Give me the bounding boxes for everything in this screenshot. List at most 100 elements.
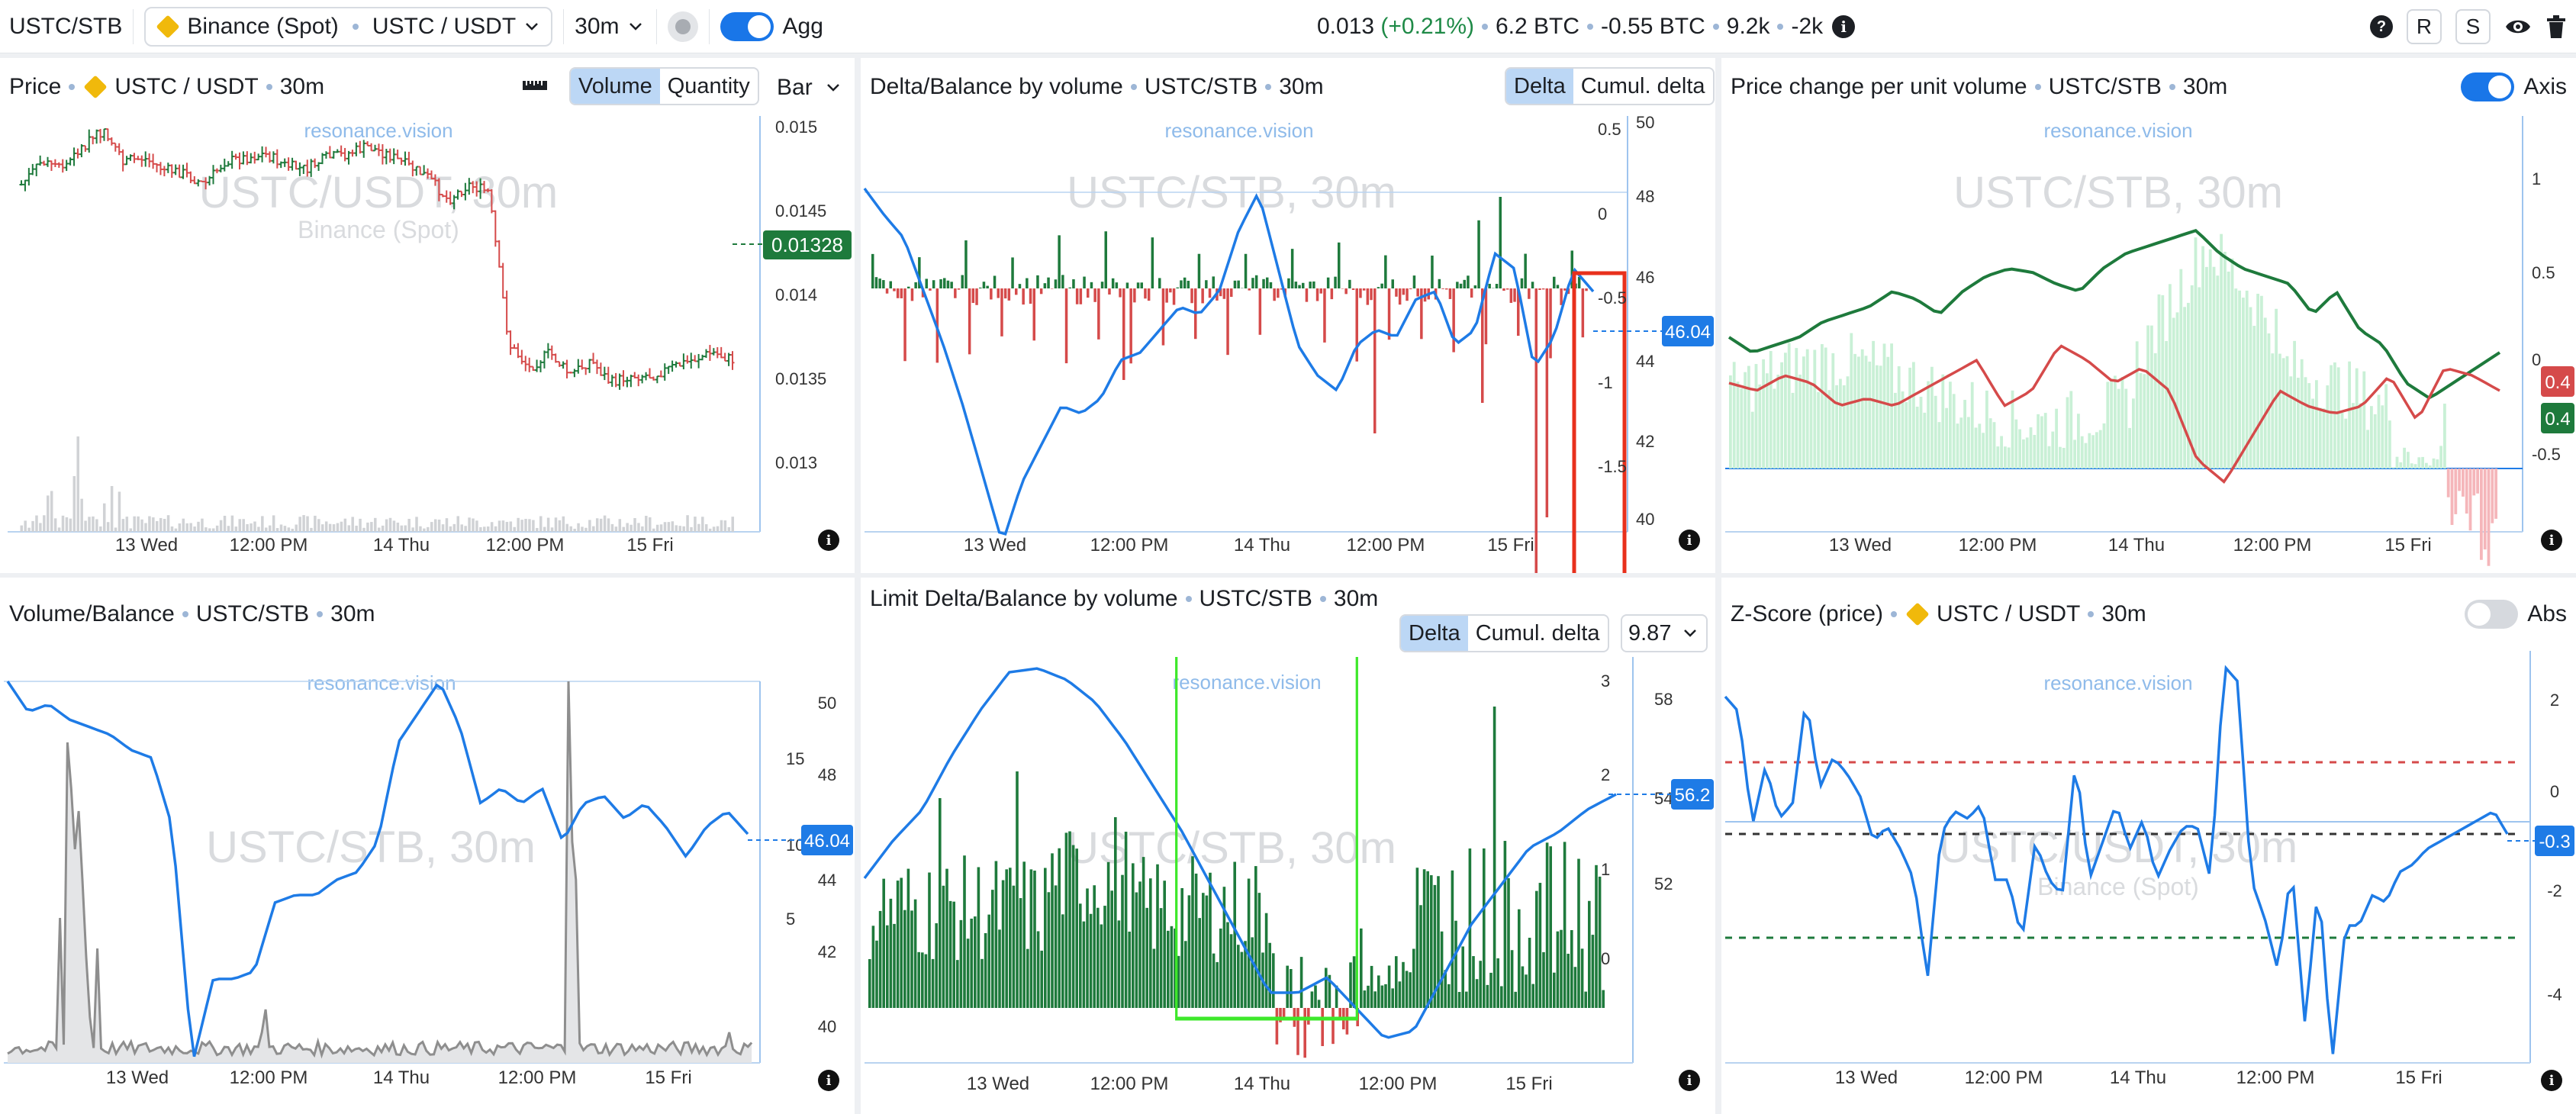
pcpv-bar	[1872, 340, 1875, 468]
delta-bar	[1577, 276, 1581, 288]
limit-delta-bar	[1483, 848, 1486, 1008]
volume-tab[interactable]: Volume	[571, 69, 660, 104]
panel-pair: USTC/STB	[1199, 586, 1312, 611]
volume-bar	[204, 527, 208, 532]
volume-balance-chart[interactable]: USTC/STB, 30m resonance.vision 15105 504…	[0, 651, 855, 1114]
delta-bar	[1585, 288, 1588, 291]
stat-price: 0.013	[1317, 14, 1375, 39]
s-button[interactable]: S	[2455, 9, 2491, 44]
volume-bar	[720, 520, 723, 532]
delta-bar	[1445, 288, 1448, 290]
x-tick-label: 15 Fri	[2395, 1067, 2442, 1088]
limit-delta-bar	[928, 872, 931, 1008]
info-icon[interactable]: i	[1679, 1070, 1700, 1091]
volume-bar	[423, 528, 426, 532]
delta-bar	[1119, 288, 1122, 298]
pcpv-bar	[2450, 468, 2454, 525]
delta-mode-switch[interactable]: Delta Cumul. delta	[1505, 67, 1715, 105]
x-tick-label: 15 Fri	[2384, 535, 2431, 555]
limit-delta-bar	[984, 932, 987, 1008]
trash-icon[interactable]	[2545, 14, 2567, 39]
volume-bar	[388, 517, 392, 532]
r-button[interactable]: R	[2407, 9, 2442, 44]
pcpv-bar	[1988, 418, 1992, 468]
eye-icon[interactable]	[2504, 15, 2532, 38]
abs-toggle[interactable]	[2465, 600, 2519, 629]
volume-bar	[678, 526, 681, 532]
exchange-selector[interactable]: Binance (Spot) USTC / USDT	[144, 6, 553, 47]
volume-bar	[208, 528, 211, 532]
cumul-delta-tab[interactable]: Cumul. delta	[1468, 616, 1608, 651]
delta-chart[interactable]: USTC/STB, 30m resonance.vision 0.50-0.5-…	[861, 116, 1715, 573]
chart-type-select[interactable]: Bar	[777, 69, 843, 107]
pcpv-bar	[1956, 423, 1959, 468]
delta-bar	[1351, 288, 1355, 290]
delta-bar	[1032, 288, 1035, 341]
interval-selector[interactable]: 30m	[575, 14, 645, 40]
limit-delta-bar	[1573, 967, 1577, 1008]
volume-bar	[343, 518, 347, 532]
volume-bar	[24, 520, 27, 532]
threshold-select[interactable]: 9.87	[1621, 614, 1708, 652]
delta-bar	[961, 275, 964, 288]
limit-delta-bar	[1163, 881, 1166, 1008]
quantity-tab[interactable]: Quantity	[660, 69, 758, 104]
volume-quantity-switch[interactable]: Volume Quantity	[569, 67, 759, 105]
delta-mode-switch[interactable]: Delta Cumul. delta	[1399, 614, 1609, 652]
delta-bar	[1373, 288, 1377, 433]
limit-delta-bar	[1567, 953, 1570, 1008]
delta-bar	[1277, 288, 1280, 298]
pcpv-bar	[2198, 287, 2201, 468]
symbol-label[interactable]: USTC/STB	[9, 14, 122, 40]
cumul-delta-tab[interactable]: Cumul. delta	[1573, 69, 1713, 104]
price-chart[interactable]: USTC/USDT, 30m Binance (Spot) resonance.…	[0, 116, 855, 573]
pcpv-bar	[2146, 325, 2149, 468]
zscore-chart[interactable]: USTC/USDT, 30m Binance (Spot) resonance.…	[1721, 651, 2576, 1114]
limit-delta-bar	[1384, 984, 1387, 1008]
pcpv-bar	[2216, 275, 2220, 468]
delta-tab[interactable]: Delta	[1401, 616, 1468, 651]
delta-bar	[1395, 288, 1398, 297]
limit-delta-chart[interactable]: USTC/STB, 30m resonance.vision 3210 5854…	[861, 657, 1715, 1114]
delta-bar	[1513, 288, 1516, 302]
volume-bar	[472, 518, 475, 532]
info-icon[interactable]: i	[1832, 15, 1856, 38]
limit-delta-bar	[1156, 864, 1159, 1008]
volume-bar	[415, 517, 418, 532]
y-tick-label: 40	[1636, 510, 1654, 529]
limit-delta-bar	[1019, 898, 1022, 1008]
ruler-icon[interactable]	[522, 77, 548, 94]
pcpv-bar	[1912, 362, 1915, 468]
volume-bar	[445, 518, 449, 532]
pcpv-bar	[1842, 385, 1846, 468]
info-icon[interactable]: i	[2541, 530, 2562, 551]
x-tick-label: 12:00 PM	[2233, 535, 2312, 555]
limit-delta-bar	[1345, 1008, 1349, 1035]
info-icon[interactable]: i	[1679, 530, 1700, 551]
info-icon[interactable]: i	[818, 1070, 839, 1091]
delta-bar	[1011, 257, 1014, 288]
delta-tab[interactable]: Delta	[1506, 69, 1573, 104]
limit-delta-bar	[1001, 880, 1005, 1008]
volume-bar	[614, 526, 618, 532]
volume-bar	[618, 519, 622, 532]
info-icon[interactable]: i	[818, 530, 839, 551]
volume-bar	[215, 525, 219, 532]
info-icon[interactable]: i	[2541, 1070, 2562, 1091]
volume-bar	[464, 526, 467, 532]
pcpv-bar	[2494, 468, 2497, 519]
volume-bar	[490, 522, 494, 532]
axis-toggle[interactable]	[2461, 72, 2515, 101]
volume-bar	[310, 527, 313, 532]
agg-toggle[interactable]	[720, 11, 774, 41]
limit-delta-bar	[896, 881, 900, 1008]
price-change-chart[interactable]: USTC/STB, 30m resonance.vision 1 0.5 0 -0.5…	[1721, 116, 2576, 573]
delta-bar	[1169, 288, 1172, 293]
help-icon[interactable]: ?	[2370, 15, 2393, 38]
delta-bar	[1100, 282, 1104, 288]
record-icon[interactable]	[667, 11, 698, 42]
volume-bar	[697, 523, 700, 532]
volume-bar	[287, 527, 291, 532]
delta-bar	[1172, 288, 1176, 305]
pcpv-bar	[2348, 361, 2351, 468]
